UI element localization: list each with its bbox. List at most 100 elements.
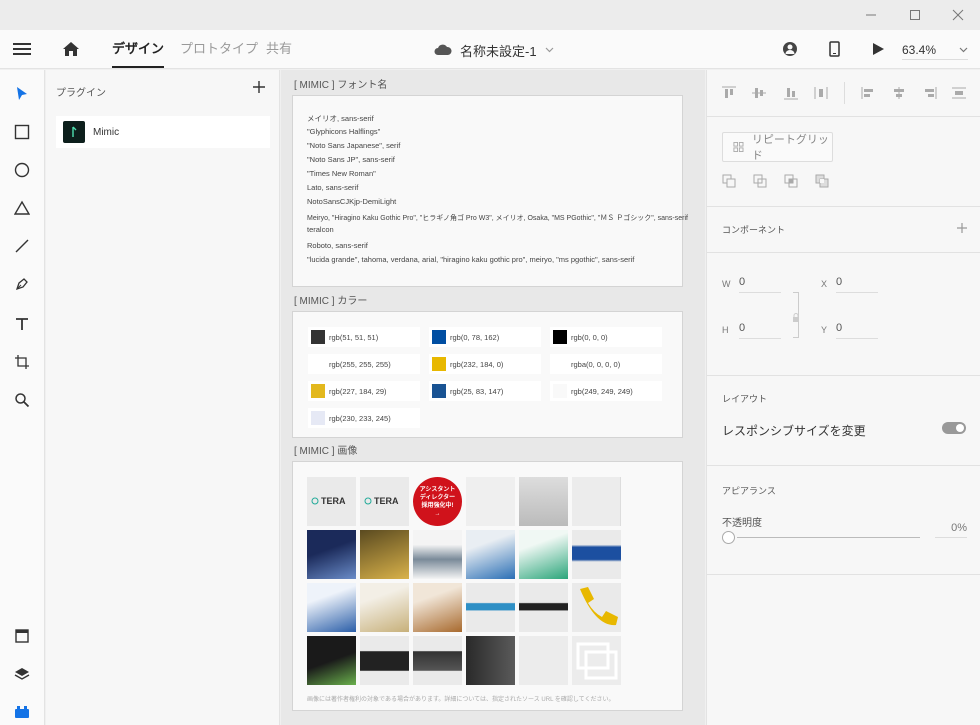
section-divider <box>707 206 980 207</box>
plugin-item-mimic[interactable]: Mimic <box>56 116 270 148</box>
boolean-add-button[interactable] <box>722 174 736 188</box>
document-title[interactable]: 名称未設定-1 <box>434 40 554 60</box>
cloud-icon <box>434 44 452 55</box>
font-name-text: Lato, sans-serif <box>307 183 359 192</box>
add-plugin-button[interactable] <box>252 80 268 96</box>
zoom-tool[interactable] <box>10 388 34 412</box>
align-left-button[interactable] <box>861 86 877 100</box>
polygon-tool[interactable] <box>10 196 34 220</box>
layers-button[interactable] <box>10 662 34 686</box>
assets-panel-icon <box>15 629 29 643</box>
boolean-add-icon <box>722 174 736 188</box>
artboard-colors[interactable]: rgb(51, 51, 51) rgb(0, 78, 162) rgb(0, 0… <box>292 311 683 438</box>
add-component-button[interactable] <box>956 221 968 233</box>
align-bottom-button[interactable] <box>783 86 799 100</box>
chevron-down-icon <box>545 47 553 53</box>
opacity-slider-track[interactable] <box>737 537 920 538</box>
opacity-slider-handle[interactable] <box>722 531 735 544</box>
close-button[interactable] <box>936 0 980 30</box>
share-user-button[interactable] <box>780 39 800 59</box>
color-swatch <box>432 384 446 398</box>
device-preview-button[interactable] <box>824 39 844 59</box>
hamburger-menu-button[interactable] <box>12 40 32 58</box>
image-thumbnail <box>360 583 409 632</box>
image-thumbnail <box>413 530 462 579</box>
component-section-title: コンポーネント <box>722 225 786 235</box>
tera-logo-icon <box>364 497 372 505</box>
repeat-grid-button[interactable]: リピートグリッド <box>722 132 833 162</box>
boolean-intersect-button[interactable] <box>784 174 798 188</box>
color-value: rgb(232, 184, 0) <box>450 359 504 369</box>
responsive-resize-toggle[interactable] <box>942 422 966 434</box>
minimize-button[interactable] <box>849 0 893 30</box>
image-thumbnail <box>360 636 409 685</box>
font-name-text: "Times New Roman" <box>307 169 376 178</box>
x-input[interactable]: 0 <box>836 276 878 293</box>
align-center-button[interactable] <box>891 86 907 100</box>
select-tool[interactable] <box>10 82 34 106</box>
appearance-section-title: アピアランス <box>722 486 776 496</box>
ellipse-tool[interactable] <box>10 158 34 182</box>
distribute-vertical-icon <box>814 87 828 99</box>
artboard-tool[interactable] <box>10 350 34 374</box>
image-thumbnail: TERA <box>307 477 356 526</box>
y-input[interactable]: 0 <box>836 322 878 339</box>
color-swatch <box>553 357 567 371</box>
pen-icon <box>15 278 28 291</box>
section-divider <box>707 116 980 117</box>
color-chip: rgb(230, 233, 245) <box>308 408 420 428</box>
tab-prototype[interactable]: プロトタイプ <box>180 30 258 68</box>
width-input[interactable]: 0 <box>739 276 781 293</box>
font-name-text: Roboto, sans-serif <box>307 241 368 250</box>
plugins-button[interactable] <box>10 700 34 724</box>
image-thumbnail <box>413 583 462 632</box>
align-middle-button[interactable] <box>751 86 767 100</box>
rectangle-icon <box>14 124 30 140</box>
aspect-lock-button[interactable] <box>791 310 801 322</box>
tera-logo-text: TERA <box>321 496 346 506</box>
color-value: rgba(0, 0, 0, 0) <box>571 359 621 369</box>
text-tool[interactable] <box>10 312 34 336</box>
tab-design[interactable]: デザイン <box>112 30 165 68</box>
boolean-exclude-button[interactable] <box>815 174 829 188</box>
image-thumbnail <box>519 636 568 685</box>
zoom-select[interactable]: 63.4% <box>902 40 968 60</box>
plus-icon <box>253 81 265 93</box>
image-thumbnail <box>466 530 515 579</box>
xd-window: デザイン プロトタイプ 共有 名称未設定-1 63.4% プラグイン Mimic… <box>0 0 980 725</box>
align-middle-icon <box>752 88 766 98</box>
assets-button[interactable] <box>10 624 34 648</box>
plugin-blocks-icon <box>15 706 29 718</box>
distribute-vertical-button[interactable] <box>813 86 829 100</box>
tera-logo-text: TERA <box>374 496 399 506</box>
opacity-input[interactable]: 0% <box>935 522 967 538</box>
distribute-horizontal-button[interactable] <box>951 86 967 100</box>
align-left-icon <box>861 87 873 99</box>
pen-tool[interactable] <box>10 272 34 296</box>
line-tool[interactable] <box>10 234 34 258</box>
play-button[interactable] <box>868 39 888 59</box>
maximize-button[interactable] <box>893 0 937 30</box>
rectangle-tool[interactable] <box>10 120 34 144</box>
align-top-button[interactable] <box>721 86 737 100</box>
artboard-label-fonts[interactable]: [ MIMIC ] フォント名 <box>294 76 387 91</box>
artboard-label-colors[interactable]: [ MIMIC ] カラー <box>294 292 367 307</box>
close-icon <box>952 9 964 21</box>
align-right-button[interactable] <box>921 86 937 100</box>
height-input[interactable]: 0 <box>739 322 781 339</box>
responsive-resize-label: レスポンシブサイズを変更 <box>722 424 866 438</box>
repeat-grid-icon <box>733 141 744 153</box>
artboard-label-images[interactable]: [ MIMIC ] 画像 <box>294 442 357 457</box>
color-chip: rgb(255, 255, 255) <box>308 354 420 374</box>
maximize-icon <box>910 10 920 20</box>
tab-share[interactable]: 共有 <box>266 30 292 68</box>
home-button[interactable] <box>61 39 81 59</box>
lock-icon <box>793 313 799 322</box>
user-icon <box>783 42 797 56</box>
boolean-subtract-button[interactable] <box>753 174 767 188</box>
artboard-fonts[interactable]: メイリオ, sans-serif "Glyphicons Halflings" … <box>292 95 688 287</box>
image-thumbnail <box>413 636 462 685</box>
canvas-area[interactable]: [ MIMIC ] フォント名 メイリオ, sans-serif "Glyphi… <box>281 70 705 725</box>
tera-logo-icon <box>311 497 319 505</box>
artboard-images[interactable]: TERA TERA アシスタント ディレクター 採用強化中! → 画像には著作者… <box>292 461 683 711</box>
